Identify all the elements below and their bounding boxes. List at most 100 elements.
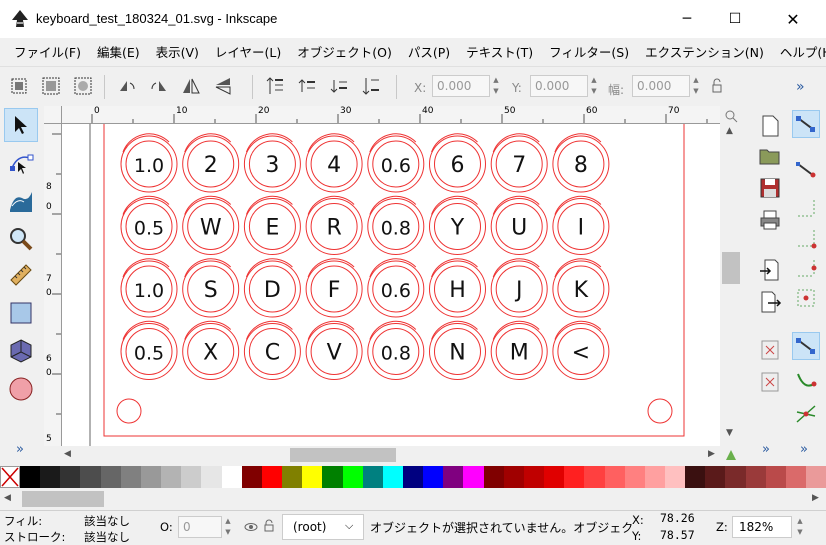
y-spinner[interactable]: ▲ ▼ [588, 75, 600, 97]
import-icon[interactable] [758, 258, 782, 282]
zoom-tool[interactable] [4, 222, 38, 256]
vertical-scrollbar[interactable]: ▲ ▼ [720, 106, 742, 446]
color-swatch[interactable] [665, 466, 686, 488]
maximize-button[interactable]: ☐ [712, 0, 758, 38]
palette-scroll-thumb[interactable] [22, 491, 104, 507]
color-managed-icon[interactable] [724, 448, 738, 462]
keycap[interactable]: 0.8 [367, 195, 425, 255]
menu-extensions[interactable]: エクステンション(N) [637, 42, 772, 61]
menu-help[interactable]: ヘルプ(H) [772, 42, 826, 61]
color-swatch[interactable] [241, 466, 262, 488]
toolbox-overflow-button[interactable]: » [16, 442, 24, 457]
color-swatch[interactable] [80, 466, 101, 488]
menu-object[interactable]: オブジェクト(O) [289, 42, 400, 61]
color-swatch[interactable] [443, 466, 464, 488]
raise-icon[interactable] [296, 75, 318, 97]
lower-icon[interactable] [328, 75, 350, 97]
color-swatch[interactable] [423, 466, 444, 488]
minimize-button[interactable]: ─ [664, 0, 710, 38]
keycap[interactable]: Y [429, 195, 486, 255]
color-swatch[interactable] [60, 466, 81, 488]
keycap[interactable]: < [552, 320, 610, 380]
snap-nodes-button[interactable] [792, 332, 820, 360]
keycap[interactable]: W [182, 195, 240, 255]
toolbar-overflow-button[interactable]: » [796, 79, 805, 95]
keycap[interactable]: 7 [490, 133, 548, 193]
menu-file[interactable]: ファイル(F) [6, 42, 89, 61]
snap-bbox-corners-icon[interactable] [794, 226, 818, 250]
scroll-right-arrow[interactable]: ▶ [708, 449, 715, 459]
lower-to-bottom-icon[interactable] [360, 75, 382, 97]
color-swatch[interactable] [523, 466, 545, 488]
color-swatch[interactable] [785, 466, 807, 488]
ellipse-tool[interactable] [4, 372, 38, 406]
keycap[interactable]: K [552, 258, 610, 318]
keycap[interactable]: 6 [429, 133, 486, 193]
keycap[interactable]: J [490, 258, 548, 318]
keycap[interactable]: 3 [243, 133, 301, 193]
3d-box-tool[interactable] [4, 334, 38, 368]
vertical-scroll-thumb[interactable] [722, 252, 740, 284]
new-document-icon[interactable] [758, 114, 782, 138]
keycap[interactable]: N [429, 320, 486, 380]
save-icon[interactable] [758, 176, 782, 200]
node-tool[interactable] [4, 146, 38, 180]
snap-intersections-icon[interactable] [794, 402, 818, 426]
layer-lock-icon[interactable] [262, 519, 276, 533]
keycap[interactable]: 0.5 [120, 195, 178, 255]
keycap[interactable]: C [243, 320, 301, 380]
scroll-up-arrow[interactable]: ▲ [726, 126, 733, 136]
keycap[interactable]: E [243, 195, 301, 255]
color-swatch[interactable] [140, 466, 162, 488]
color-swatch[interactable] [503, 466, 524, 488]
snap-paths-icon[interactable] [794, 370, 818, 394]
keycap[interactable]: R [305, 195, 363, 255]
color-swatch[interactable] [725, 466, 746, 488]
keycap[interactable]: F [305, 258, 363, 318]
keycap[interactable]: 8 [552, 133, 610, 193]
color-swatch[interactable] [40, 466, 61, 488]
palette-scroll-left[interactable]: ◀ [4, 493, 11, 503]
keycap[interactable]: 0.6 [367, 133, 425, 193]
snap-toggle-button[interactable] [792, 110, 820, 138]
keycap[interactable]: 2 [182, 133, 240, 193]
zoom-input[interactable]: 182% [732, 516, 792, 538]
close-button[interactable]: ✕ [770, 0, 816, 38]
color-swatch[interactable] [604, 466, 625, 488]
layer-dropdown[interactable]: (root) ⌵ [282, 514, 364, 540]
snap-bbox-edges-icon[interactable] [794, 196, 818, 220]
keycap[interactable]: M [490, 320, 548, 380]
menu-view[interactable]: 表示(V) [148, 42, 207, 61]
color-swatch[interactable] [382, 466, 403, 488]
open-folder-icon[interactable] [758, 144, 782, 168]
flip-vertical-icon[interactable] [212, 75, 234, 97]
color-swatch[interactable] [584, 466, 605, 488]
rotate-ccw-icon[interactable] [116, 75, 138, 97]
select-all-layers-icon[interactable] [40, 75, 62, 97]
redo-icon[interactable] [758, 370, 782, 394]
x-spinner[interactable]: ▲ ▼ [490, 75, 502, 97]
width-input[interactable]: 0.000 [632, 75, 690, 97]
color-swatch[interactable] [302, 466, 323, 488]
color-swatch[interactable] [806, 466, 826, 488]
export-icon[interactable] [758, 290, 782, 314]
color-swatch[interactable] [362, 466, 383, 488]
commands-overflow-button[interactable]: » [762, 442, 770, 457]
color-swatch[interactable] [705, 466, 726, 488]
snap-bbox-icon[interactable] [794, 158, 818, 182]
menu-filters[interactable]: フィルター(S) [541, 42, 637, 61]
keycap[interactable]: 0.6 [367, 258, 425, 318]
color-swatch[interactable] [20, 466, 41, 488]
rotate-cw-icon[interactable] [148, 75, 170, 97]
color-swatch[interactable] [120, 466, 141, 488]
keycap[interactable]: 1.0 [120, 258, 178, 318]
snap-bbox-midpoints-icon[interactable] [794, 256, 818, 280]
flip-horizontal-icon[interactable] [180, 75, 202, 97]
color-swatch[interactable] [282, 466, 303, 488]
scroll-left-arrow[interactable]: ◀ [64, 449, 71, 459]
color-swatch[interactable] [644, 466, 665, 488]
color-swatch[interactable] [100, 466, 121, 488]
drawing-canvas[interactable]: 1.0 2 3 4 0.6 6 7 8 0.5 W E R 0.8 Y U I 1.0 S D F 0.6 H J K 0.5 X… [62, 124, 720, 446]
color-swatch[interactable] [201, 466, 222, 488]
keycap[interactable]: 4 [305, 133, 363, 193]
